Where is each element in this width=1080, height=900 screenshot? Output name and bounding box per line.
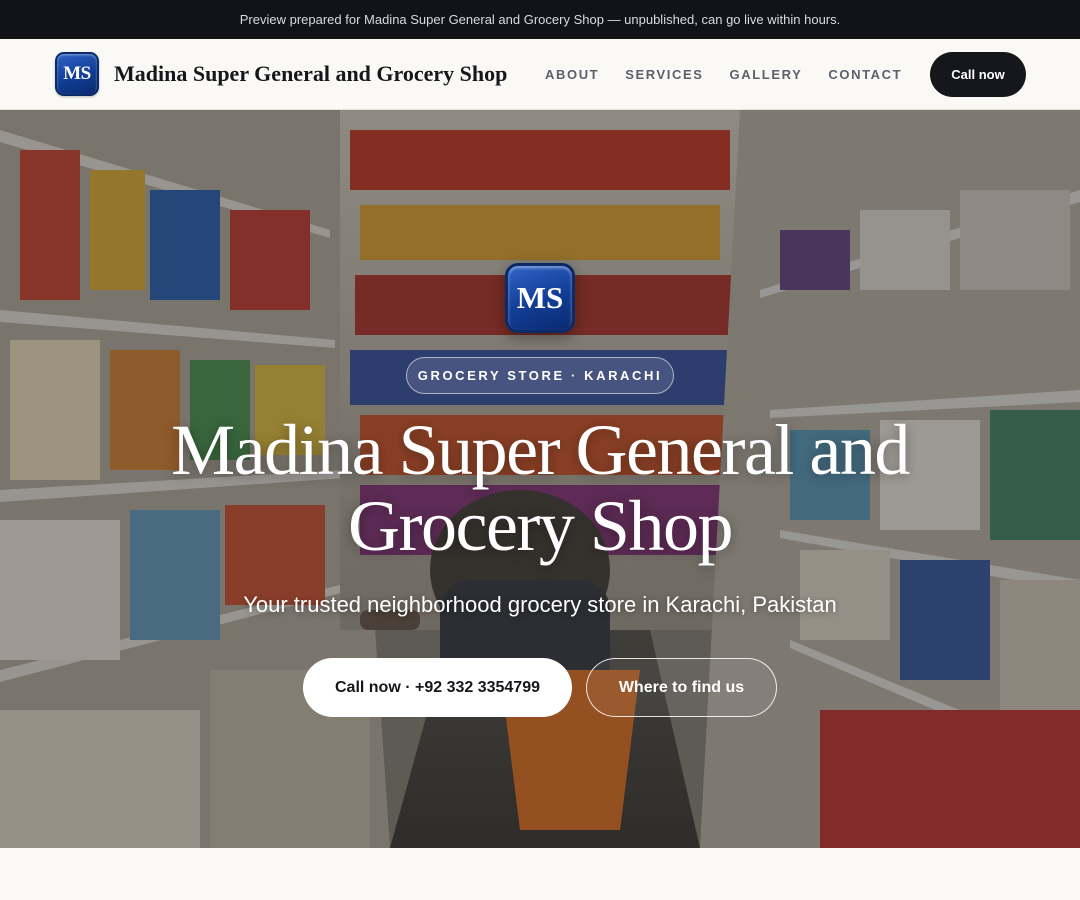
hero-section: MS GROCERY STORE · KARACHI Madina Super … [0,110,1080,848]
brand[interactable]: MS Madina Super General and Grocery Shop [55,52,507,96]
hero-subtitle: Your trusted neighborhood grocery store … [243,592,837,617]
nav-link-about[interactable]: ABOUT [545,67,599,82]
preview-banner-text: Preview prepared for Madina Super Genera… [239,12,841,27]
site-header: MS Madina Super General and Grocery Shop… [0,39,1080,110]
nav-link-gallery[interactable]: GALLERY [730,67,803,82]
brand-name: Madina Super General and Grocery Shop [114,61,508,86]
next-section [0,848,1080,900]
preview-banner: Preview prepared for Madina Super Genera… [0,0,1080,39]
hero-title: Madina Super General and Grocery Shop [171,410,910,566]
nav-call-button[interactable]: Call now [930,52,1026,97]
main-nav: ABOUT SERVICES GALLERY CONTACT [545,39,928,109]
nav-link-contact[interactable]: CONTACT [828,67,902,82]
logo-icon: MS [55,52,99,96]
hero-logo-icon: MS [505,263,575,333]
find-us-button[interactable]: Where to find us [586,658,777,717]
nav-link-services[interactable]: SERVICES [625,67,703,82]
hero-tagline: GROCERY STORE · KARACHI [406,357,674,394]
call-now-button[interactable]: Call now · +92 332 3354799 [303,658,572,717]
